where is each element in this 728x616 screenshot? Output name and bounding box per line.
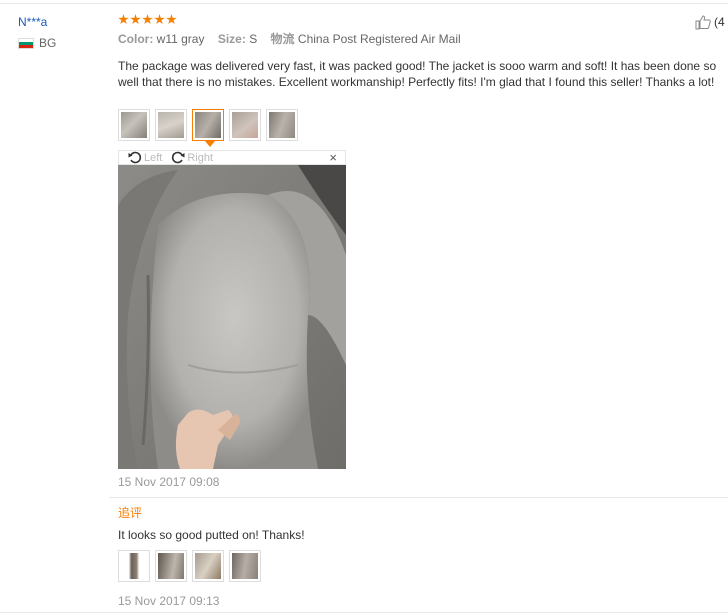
order-details: Color: w11 gray Size: S 物流 China Post Re… — [118, 32, 471, 46]
photo-thumbnail[interactable] — [118, 109, 150, 141]
star-rating — [118, 14, 178, 26]
helpful-button[interactable]: (4 — [695, 14, 725, 30]
size-value: S — [249, 32, 258, 46]
enlarged-review-photo — [118, 165, 346, 469]
rotate-left-icon — [128, 151, 142, 164]
reviewer-info: N***a BG — [18, 14, 56, 50]
star-icon — [166, 14, 177, 25]
followup-divider — [109, 497, 728, 498]
followup-text: It looks so good putted on! Thanks! — [118, 528, 305, 542]
size-label: Size: — [217, 32, 246, 46]
star-icon — [142, 14, 153, 25]
review-photo-thumbnails — [118, 109, 303, 147]
reviewer-country: BG — [18, 36, 56, 50]
shipping-label: 物流 — [270, 32, 295, 46]
thumbs-up-icon — [695, 15, 711, 30]
shipping-value: China Post Registered Air Mail — [297, 32, 461, 46]
review-text: The package was delivered very fast, it … — [118, 59, 717, 89]
photo-thumbnail[interactable] — [155, 550, 187, 582]
helpful-count: (4 — [714, 15, 725, 29]
photo-thumbnail[interactable] — [266, 109, 298, 141]
bottom-divider — [0, 612, 728, 613]
selected-caret-icon — [205, 141, 215, 147]
close-viewer-button[interactable]: × — [329, 151, 337, 165]
rotate-right-label: Right — [187, 151, 214, 164]
rotate-left-button[interactable]: Left — [128, 151, 162, 164]
star-icon — [118, 14, 129, 25]
star-icon — [154, 14, 165, 25]
photo-thumbnail[interactable] — [229, 109, 261, 141]
photo-thumbnail[interactable] — [229, 550, 261, 582]
photo-thumbnail[interactable] — [155, 109, 187, 141]
color-value: w11 gray — [156, 32, 205, 46]
country-code: BG — [39, 36, 57, 50]
color-label: Color: — [118, 32, 154, 46]
star-icon — [130, 14, 141, 25]
rotate-right-button[interactable]: Right — [171, 151, 213, 164]
followup-date: 15 Nov 2017 09:13 — [118, 594, 220, 608]
photo-thumbnail[interactable] — [118, 550, 150, 582]
followup-photo-thumbnails — [118, 550, 266, 582]
rotate-right-icon — [172, 151, 185, 164]
followup-label: 追评 — [118, 506, 143, 520]
reviewer-name[interactable]: N***a — [18, 14, 56, 30]
photo-viewer-toolbar: Left Right × — [118, 150, 346, 165]
photo-thumbnail[interactable] — [192, 550, 224, 582]
bulgaria-flag-icon — [18, 37, 34, 49]
photo-thumbnail-selected[interactable] — [192, 109, 224, 147]
top-divider — [0, 3, 728, 4]
rotate-left-label: Left — [144, 151, 163, 164]
review-date: 15 Nov 2017 09:08 — [118, 475, 220, 489]
